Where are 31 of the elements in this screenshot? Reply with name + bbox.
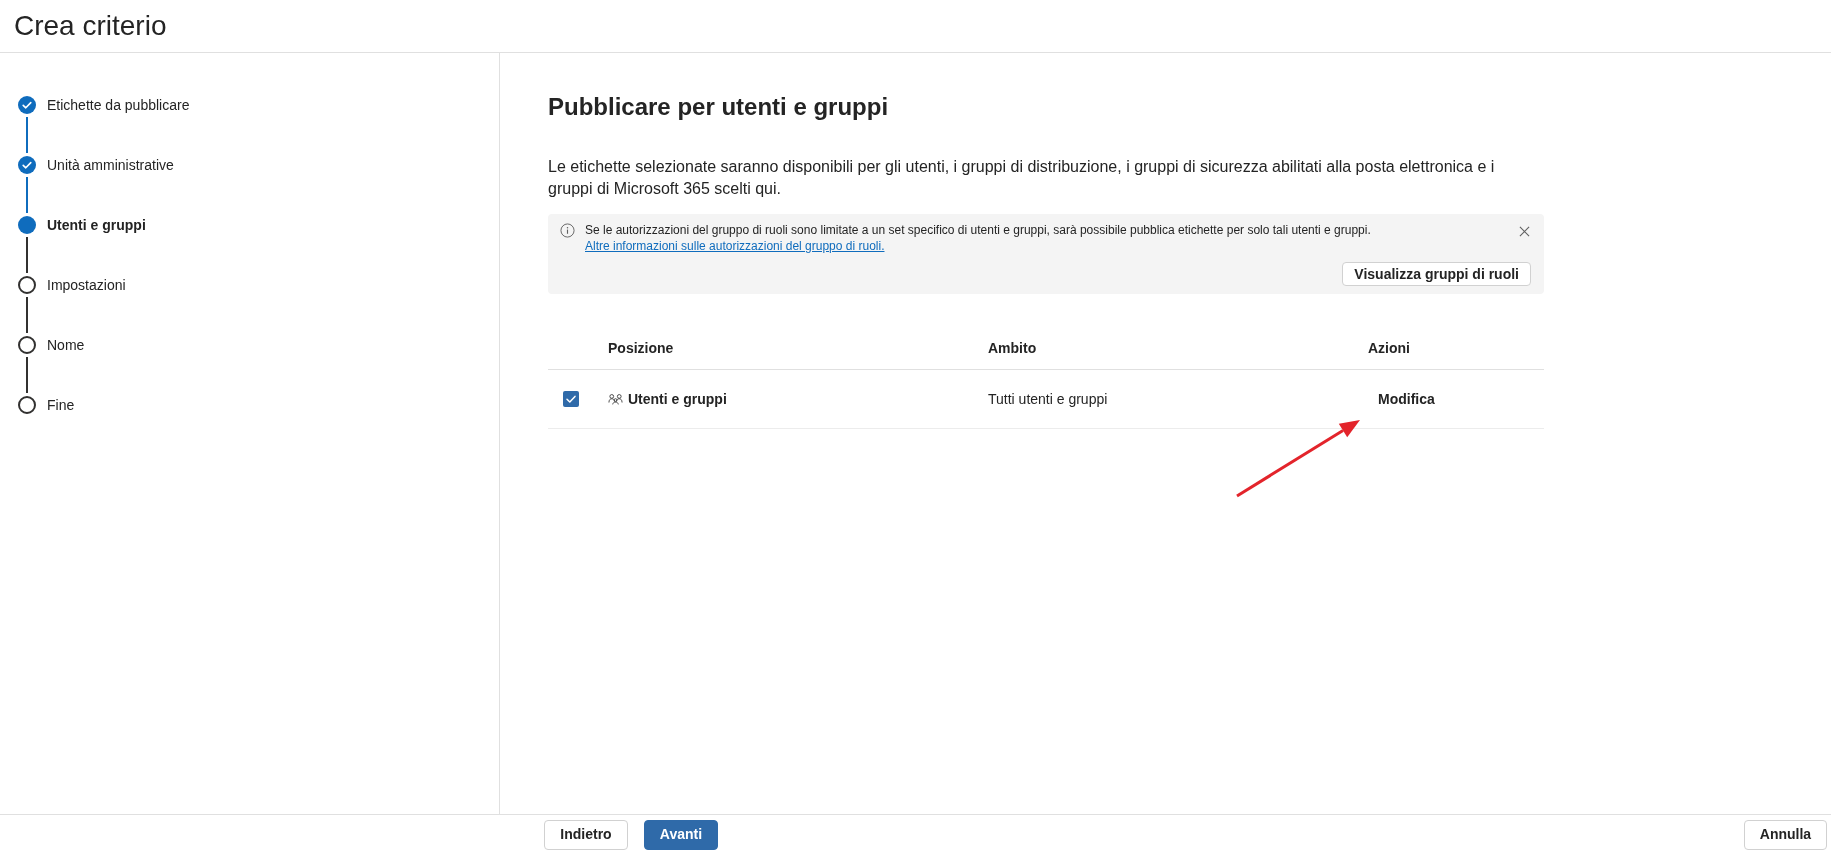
step-connector [26, 117, 28, 153]
description-text: Le etichette selezionate saranno disponibili per gli utenti, i gruppi di distribuzione, i gruppi di sicurezza abilitati alla posta elettronica e i gruppi di Microsoft 365 scelti qui. [548, 157, 1496, 199]
table-cell-text: Utenti e gruppi [628, 389, 727, 409]
column-header: Ambito [988, 339, 1037, 356]
step-label: Impostazioni [47, 276, 126, 294]
close-button[interactable] [1517, 224, 1531, 238]
cancel-button[interactable]: Annulla [1744, 819, 1827, 850]
view-role-groups-button[interactable]: Visualizza gruppi di ruoli [1342, 262, 1531, 286]
step-connector [26, 297, 28, 333]
section-heading: Pubblicare per utenti e gruppi [548, 92, 890, 122]
step-label: Unità amministrative [47, 156, 174, 174]
column-header: Posizione [608, 339, 674, 356]
step-connector [26, 237, 28, 273]
info-message: Se le autorizzazioni del gruppo di ruoli sono limitate a un set specifico di utenti e gruppi, sarà possibile pubblica etichette per solo tali utenti e gruppi. Altre informazioni sulle autorizzazioni del gruppo di ruoli. [585, 222, 1372, 254]
next-button[interactable]: Avanti [644, 819, 718, 850]
info-icon [560, 223, 575, 238]
step-label: Etichette da pubblicare [47, 96, 190, 114]
people-icon [608, 393, 623, 405]
step-connector [26, 357, 28, 393]
step-label: Fine [47, 396, 75, 414]
page-title: Crea criterio [14, 9, 167, 43]
step-label: Utenti e gruppi [47, 216, 146, 234]
back-button[interactable]: Indietro [544, 819, 628, 850]
column-header: Azioni [1368, 339, 1410, 356]
edit-button[interactable]: Modifica [1370, 385, 1443, 413]
info-link[interactable]: Altre informazioni sulle autorizzazioni del gruppo di ruoli. [585, 239, 885, 253]
step-connector [26, 177, 28, 213]
step-label: Nome [47, 336, 85, 354]
table-cell: Tutti utenti e gruppi [988, 391, 1108, 407]
close-icon [1518, 225, 1530, 237]
checkbox[interactable] [563, 391, 579, 407]
